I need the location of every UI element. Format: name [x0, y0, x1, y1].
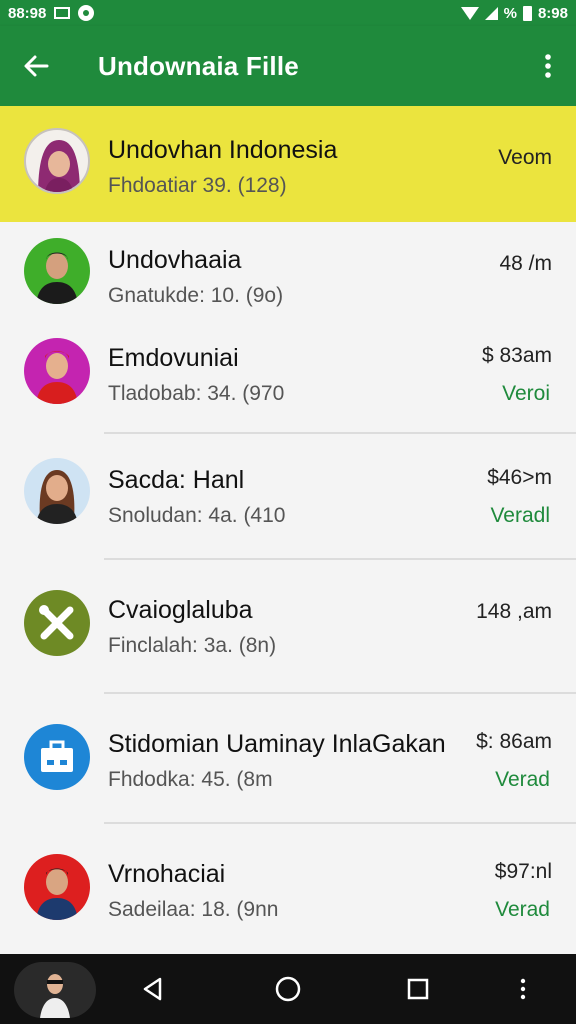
item-status: Veroi	[502, 382, 550, 405]
triangle-back-icon	[143, 977, 162, 1001]
item-time: 148 ,am	[476, 600, 552, 623]
item-subtitle: Sadeilaa: 18. (9nn	[108, 898, 279, 921]
item-name: Vrnohaciai	[108, 860, 226, 888]
item-time: $: 86am	[476, 730, 552, 753]
item-subtitle: Finclalah: 3a. (8n)	[108, 634, 277, 657]
battery-icon	[522, 5, 532, 21]
item-name: Cvaioglaluba	[108, 596, 253, 624]
item-name: Stidomian Uaminay InlaGakan	[108, 730, 446, 758]
battery-percent: %	[503, 4, 517, 22]
contact-list: Undovhan Indonesia Fhdoatiar 39. (128) V…	[0, 106, 576, 954]
item-time: 48 /m	[499, 252, 552, 275]
status-time-left: 88:98	[8, 4, 47, 22]
item-status: Verad	[495, 898, 550, 921]
item-time: Veom	[498, 146, 552, 169]
circle-home-icon	[275, 976, 301, 1002]
navigation-bar	[0, 954, 576, 1024]
back-button[interactable]	[4, 26, 68, 106]
item-subtitle: Fhdodka: 45. (8m	[108, 768, 273, 791]
item-subtitle: Fhdoatiar 39. (128)	[108, 174, 287, 197]
list-item[interactable]: Stidomian Uaminay InlaGakan Fhdodka: 45.…	[0, 694, 576, 824]
arrow-left-icon	[24, 55, 49, 77]
list-item[interactable]: Cvaioglaluba Finclalah: 3a. (8n) 148 ,am	[0, 560, 576, 694]
item-name: Undovhaaia	[108, 246, 242, 274]
signal-icon	[484, 6, 498, 20]
avatar	[24, 338, 90, 404]
item-subtitle: Gnatukde: 10. (9o)	[108, 284, 284, 307]
avatar	[24, 238, 90, 304]
avatar	[24, 458, 90, 524]
item-time: $97:nl	[494, 860, 552, 883]
recent-app-thumbnail[interactable]	[14, 962, 96, 1018]
nav-back-button[interactable]	[128, 964, 178, 1014]
more-vertical-icon	[520, 978, 526, 1000]
item-time: $46>m	[487, 466, 552, 489]
more-vertical-icon	[545, 54, 551, 78]
nav-home-button[interactable]	[263, 964, 313, 1014]
app-bar: Undownaia Fille	[0, 26, 576, 106]
square-recents-icon	[407, 978, 429, 1000]
page-title: Undownaia Fille	[98, 50, 299, 81]
list-item[interactable]: Sacda: Hanl Snoludan: 4a. (410 $46>m Ver…	[0, 434, 576, 560]
list-item[interactable]: Undovhaaia Gnatukde: 10. (9o) 48 /m	[0, 222, 576, 324]
item-name: Sacda: Hanl	[108, 466, 245, 494]
nav-menu-button[interactable]	[498, 964, 548, 1014]
status-bar: 88:98 % 8:98	[0, 0, 576, 26]
notification-icon	[78, 5, 95, 21]
overflow-menu-button[interactable]	[520, 26, 576, 106]
screen-icon	[54, 7, 71, 19]
tools-icon	[24, 590, 90, 656]
list-item[interactable]: Undovhan Indonesia Fhdoatiar 39. (128) V…	[0, 106, 576, 222]
item-name: Undovhan Indonesia	[108, 136, 338, 164]
item-status: Veradl	[490, 504, 550, 527]
nav-recents-button[interactable]	[393, 964, 443, 1014]
item-time: $ 83am	[481, 344, 552, 367]
item-subtitle: Tladobab: 34. (970	[108, 382, 285, 405]
wifi-icon	[460, 6, 479, 20]
avatar	[24, 854, 90, 920]
item-subtitle: Snoludan: 4a. (410	[108, 504, 286, 527]
briefcase-icon	[24, 724, 90, 790]
item-name: Emdovuniai	[108, 344, 239, 372]
avatar	[24, 128, 90, 194]
status-time-right: 8:98	[537, 4, 568, 22]
list-item[interactable]: Emdovuniai Tladobab: 34. (970 $ 83am Ver…	[0, 324, 576, 434]
list-item[interactable]: Vrnohaciai Sadeilaa: 18. (9nn $97:nl Ver…	[0, 824, 576, 954]
item-status: Verad	[495, 768, 550, 791]
